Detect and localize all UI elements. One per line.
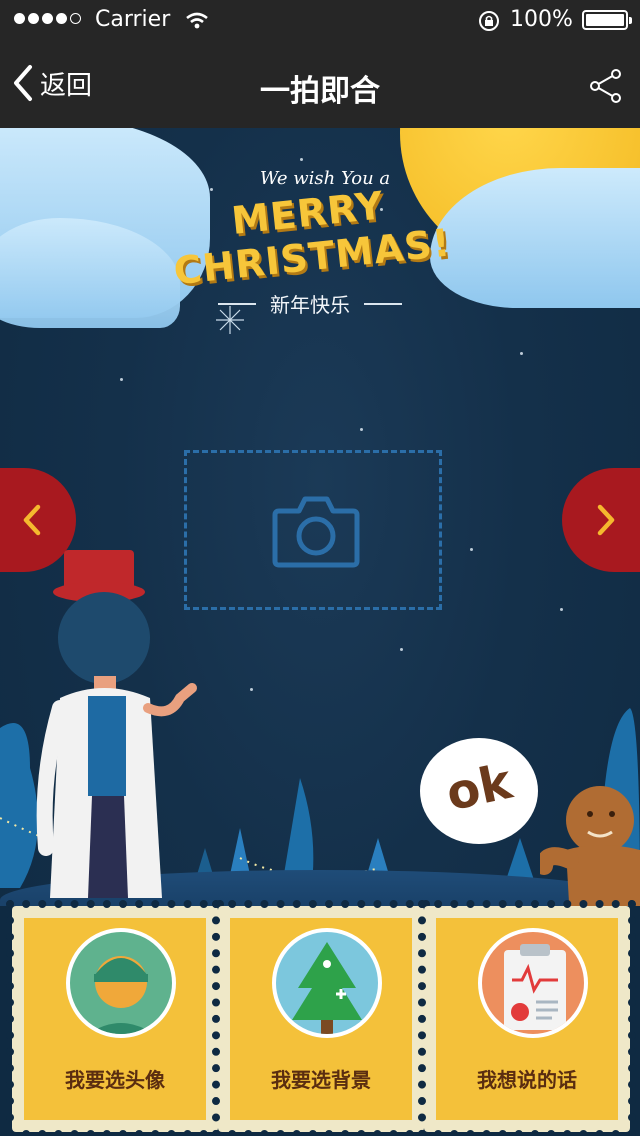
choose-avatar-label: 我要选头像 (65, 1068, 165, 1092)
ok-label: ok (441, 753, 517, 823)
write-message-button[interactable]: 我想说的话 (418, 900, 636, 1136)
greeting-new-year: 新年快乐 (270, 293, 350, 317)
wifi-icon (186, 11, 208, 36)
next-template-button[interactable] (562, 468, 640, 572)
status-bar: Carrier 100% (0, 0, 640, 40)
doctor-character-illustration (36, 550, 197, 898)
choose-avatar-button[interactable]: 我要选头像 (6, 900, 224, 1136)
battery-percent: 100% (510, 7, 573, 32)
nav-bar: 返回 一拍即合 (0, 40, 640, 128)
rotation-lock-icon (478, 10, 500, 38)
share-icon (590, 69, 621, 103)
share-button[interactable] (588, 68, 624, 108)
gingerbread-illustration (540, 786, 640, 920)
chevron-right-icon (597, 504, 615, 536)
battery-icon (582, 10, 632, 30)
signal-strength-icon (14, 13, 81, 24)
option-stamps: 我要选头像 我要选背景 我想说的话 (0, 900, 640, 1136)
christmas-tree-icon (272, 928, 382, 1038)
write-message-label: 我想说的话 (477, 1068, 577, 1092)
camera-icon (272, 496, 360, 568)
back-label: 返回 (40, 70, 93, 101)
choose-background-label: 我要选背景 (271, 1068, 371, 1092)
card-canvas: We wish You a MERRY CHRISTMAS! 新年快乐 ok 我… (0, 128, 640, 1136)
greeting-merry-christmas: MERRY CHRISTMAS! (171, 183, 453, 294)
carrier-name: Carrier (95, 7, 171, 32)
greeting-title: We wish You a MERRY CHRISTMAS! 新年快乐 (130, 168, 490, 318)
page-title: 一拍即合 (260, 74, 380, 109)
chevron-left-icon (23, 504, 41, 536)
chevron-left-icon (14, 65, 32, 101)
choose-background-button[interactable]: 我要选背景 (212, 900, 430, 1136)
ok-button[interactable]: ok (420, 738, 538, 844)
back-button[interactable]: 返回 (12, 64, 92, 102)
avatar-icon (66, 928, 176, 1038)
clipboard-icon (478, 928, 588, 1038)
photo-upload-area[interactable] (184, 450, 442, 610)
